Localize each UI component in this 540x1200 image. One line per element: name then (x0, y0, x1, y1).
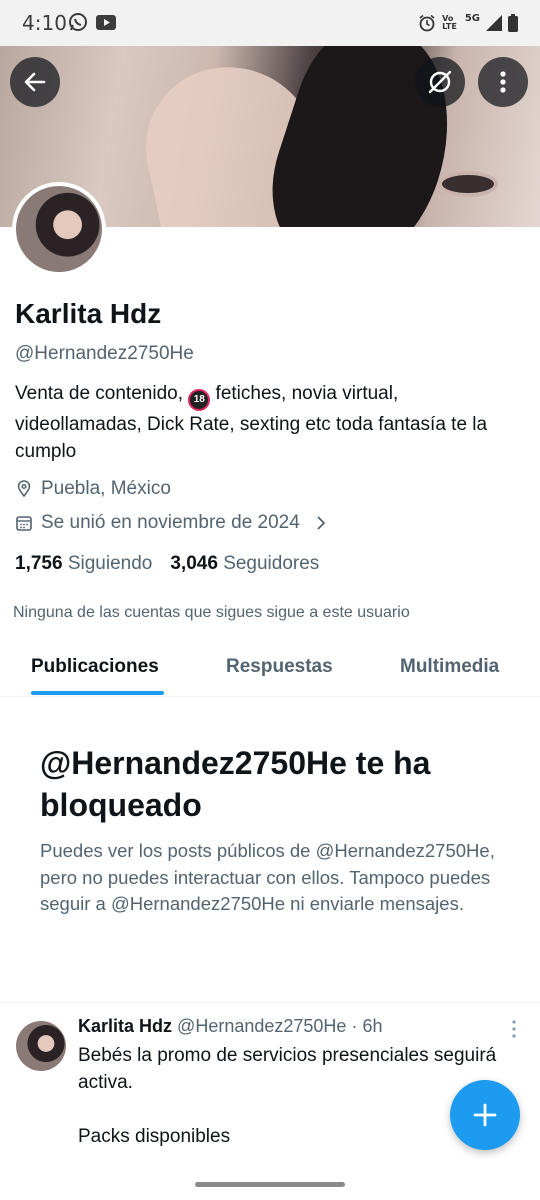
tab-publicaciones[interactable]: Publicaciones (31, 656, 159, 678)
post-author-handle: @Hernandez2750He (177, 1016, 347, 1036)
post-time: 6h (362, 1016, 383, 1036)
mutual-followers-note: Ninguna de las cuentas que sigues sigue … (13, 604, 410, 621)
divider (0, 1002, 540, 1003)
profile-location: Puebla, México (15, 478, 171, 500)
network-type: 5G (464, 12, 480, 24)
profile-bio: Venta de contenido, 18 fetiches, novia v… (15, 383, 488, 462)
more-vertical-icon (500, 71, 506, 93)
profile-name: Karlita Hdz (15, 298, 162, 329)
tab-multimedia[interactable]: Multimedia (400, 656, 499, 678)
adult-18-icon: 18 (188, 389, 211, 411)
youtube-icon (96, 15, 116, 30)
battery-icon (508, 14, 518, 32)
post-header: Karlita Hdz @Hernandez2750He · 6h (78, 1016, 383, 1036)
blocked-description: Puedes ver los posts públicos de @Hernan… (40, 840, 495, 914)
joined-text: Se unió en noviembre de 2024 (41, 512, 300, 533)
location-pin-icon (17, 480, 31, 498)
following-link[interactable]: 1,756 Siguiendo (15, 553, 152, 574)
whatsapp-icon (69, 13, 87, 31)
post-author-name[interactable]: Karlita Hdz (78, 1016, 172, 1036)
chevron-right-icon (317, 516, 326, 530)
follow-stats: 1,756 Siguiendo 3,046 Seguidores (15, 553, 319, 575)
translate-button[interactable] (415, 57, 465, 107)
location-text: Puebla, México (41, 478, 171, 499)
blocked-title: @Hernandez2750He te ha bloqueado (40, 745, 431, 823)
signal-icon (486, 15, 502, 31)
banner-photo-eye (438, 171, 498, 197)
post-avatar[interactable] (16, 1021, 66, 1071)
arrow-left-icon (24, 72, 46, 92)
alarm-icon (419, 14, 435, 32)
back-button[interactable] (10, 57, 60, 107)
active-tab-indicator (31, 691, 164, 695)
profile-handle: @Hernandez2750He (15, 343, 194, 364)
plus-icon (473, 1103, 497, 1127)
gesture-navigation-bar[interactable] (195, 1182, 345, 1187)
compose-button[interactable] (450, 1080, 520, 1150)
followers-link[interactable]: 3,046 Seguidores (170, 553, 319, 574)
volte-indicator: Vo LTE (442, 14, 457, 31)
profile-tabs: Publicaciones Respuestas Multimedia (0, 641, 540, 697)
tab-respuestas[interactable]: Respuestas (226, 656, 333, 678)
calendar-icon (16, 516, 32, 531)
status-bar: 4:10 Vo LTE 5G (0, 0, 540, 46)
translate-slash-icon (428, 70, 452, 94)
post-more-icon[interactable] (507, 1018, 521, 1040)
profile-joined[interactable]: Se unió en noviembre de 2024 (15, 512, 328, 534)
status-icons: Vo LTE 5G (418, 12, 518, 34)
status-time: 4:10 (22, 11, 67, 35)
more-options-button[interactable] (478, 57, 528, 107)
profile-avatar[interactable] (12, 182, 106, 276)
